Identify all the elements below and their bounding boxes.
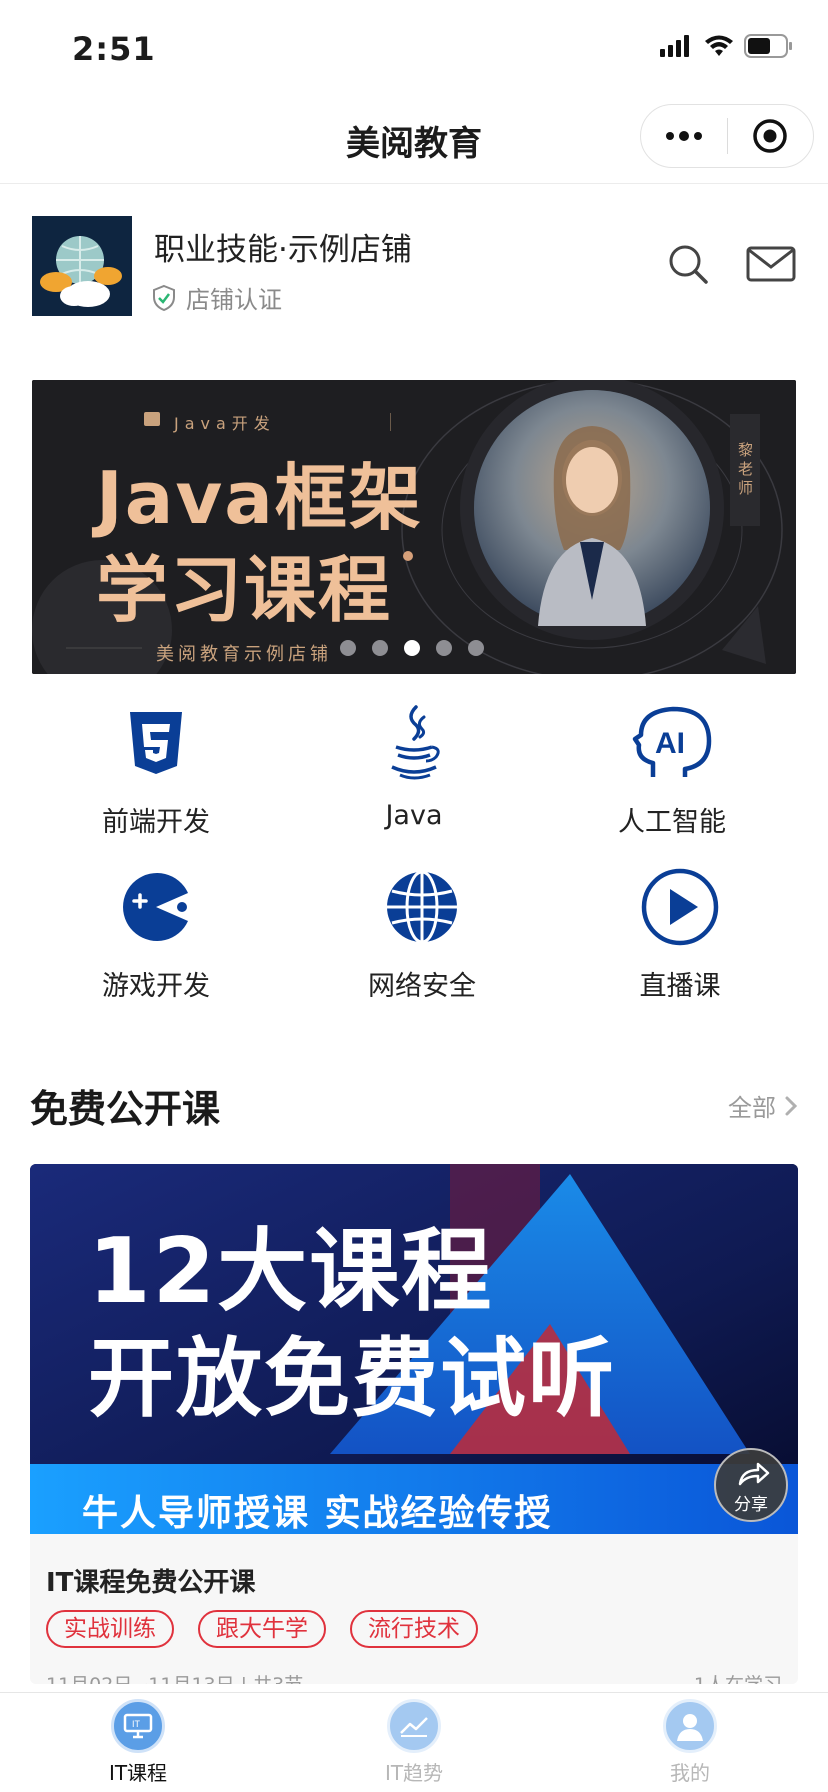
course-title: IT课程免费公开课 — [46, 1568, 256, 1598]
shop-header: 职业技能·示例店铺 店铺认证 — [0, 200, 828, 330]
target-icon — [753, 119, 787, 153]
status-bar: 2:51 — [0, 0, 828, 92]
category-label: 游戏开发 — [102, 971, 210, 1002]
more-dot-icon — [693, 132, 702, 140]
cover-subtitle: 牛人导师授课 实战经验传授 — [82, 1493, 553, 1534]
close-miniprogram-button[interactable] — [728, 104, 814, 168]
nav-bar: 美阅教育 — [0, 92, 828, 184]
chevron-right-icon — [785, 1096, 798, 1115]
tab-label: IT趋势 — [384, 1761, 444, 1785]
shop-certification: 店铺认证 — [152, 280, 282, 315]
banner-shop-name: 美阅教育示例店铺 — [156, 644, 332, 665]
status-time: 2:51 — [72, 30, 156, 68]
course-learners: 1人在学习 — [694, 1670, 782, 1684]
tab-mine[interactable]: 我的 — [552, 1693, 828, 1792]
more-dot-icon — [665, 132, 674, 140]
course-card[interactable]: 12大课程 开放免费试听 牛人导师授课 实战经验传授 分享 IT课程免费公开课 … — [30, 1164, 798, 1684]
banner-headline-line2: 学习课程 — [96, 548, 393, 632]
more-options-button[interactable] — [641, 104, 727, 168]
pagination-dot[interactable] — [436, 640, 452, 656]
banner-pagination-dots[interactable] — [340, 640, 484, 656]
view-all-label: 全部 — [728, 1094, 776, 1122]
banner-headline: Java框架 学习课程 — [96, 452, 423, 636]
free-courses-section-header: 免费公开课 全部 — [0, 1070, 828, 1140]
svg-text:AI: AI — [655, 727, 685, 760]
banner-teacher-tag: 黎老师 — [730, 414, 760, 526]
category-label: 网络安全 — [368, 971, 476, 1002]
signal-icon — [660, 35, 689, 57]
it-course-icon: IT — [111, 1699, 165, 1753]
ai-head-icon: AI — [552, 700, 792, 786]
category-ai[interactable]: AI 人工智能 — [552, 700, 792, 850]
course-tags: 实战训练 跟大牛学 流行技术 — [46, 1610, 478, 1648]
user-avatar-icon — [663, 1699, 717, 1753]
globe-cloud-logo-icon — [32, 216, 132, 316]
course-date-range: 11月02日~11月13日 | 共3节 — [46, 1674, 303, 1684]
miniprogram-capsule — [640, 104, 814, 168]
course-tag: 实战训练 — [46, 1610, 174, 1648]
category-frontend[interactable]: 前端开发 — [36, 700, 276, 850]
course-tag: 流行技术 — [350, 1610, 478, 1648]
banner-headline-line1: Java框架 — [96, 456, 423, 540]
category-label: 人工智能 — [618, 807, 726, 838]
tab-label: IT课程 — [108, 1761, 168, 1785]
pagination-dot-active[interactable] — [404, 640, 420, 656]
java-icon — [294, 700, 534, 786]
course-meta: 11月02日~11月13日 | 共3节 1人在学习 — [46, 1670, 782, 1684]
category-label: 直播课 — [639, 971, 721, 1002]
tab-label: 我的 — [670, 1761, 710, 1785]
battery-icon — [744, 34, 792, 58]
category-live[interactable]: 直播课 — [560, 864, 800, 1014]
trend-chart-icon — [387, 1699, 441, 1753]
share-label: 分享 — [734, 1495, 768, 1515]
share-arrow-icon — [738, 1462, 770, 1486]
search-icon[interactable] — [664, 240, 712, 288]
banner-tag-label: Java开发 — [174, 414, 276, 433]
category-label: 前端开发 — [102, 807, 210, 838]
pagination-dot[interactable] — [468, 640, 484, 656]
game-pacman-icon — [36, 864, 276, 950]
tab-it-trend[interactable]: IT趋势 — [276, 1693, 552, 1792]
html5-icon — [36, 700, 276, 786]
status-icons — [660, 34, 794, 58]
share-button[interactable]: 分享 — [714, 1448, 788, 1522]
tab-it-course[interactable]: IT IT课程 — [0, 1693, 276, 1792]
category-game[interactable]: 游戏开发 — [36, 864, 276, 1014]
play-circle-icon — [560, 864, 800, 950]
promo-banner[interactable]: Java开发 Java框架 学习课程 黎老师 美阅教育示例店铺 — [32, 380, 796, 674]
category-java[interactable]: Java — [294, 700, 534, 850]
category-label: Java — [385, 800, 443, 831]
shop-name: 职业技能·示例店铺 — [154, 232, 412, 268]
banner-tag: Java开发 — [144, 410, 391, 434]
shop-certification-label: 店铺认证 — [186, 286, 282, 314]
wifi-icon — [705, 35, 733, 56]
mail-icon[interactable] — [746, 244, 796, 284]
section-title: 免费公开课 — [30, 1087, 221, 1131]
course-tag: 跟大牛学 — [198, 1610, 326, 1648]
category-network-security[interactable]: 网络安全 — [302, 864, 542, 1014]
course-cover[interactable]: 12大课程 开放免费试听 牛人导师授课 实战经验传授 分享 — [30, 1164, 798, 1534]
view-all-link[interactable]: 全部 — [728, 1088, 798, 1123]
bottom-tab-bar: IT IT课程 IT趋势 我的 — [0, 1692, 828, 1792]
pagination-dot[interactable] — [372, 640, 388, 656]
cover-headline-line2: 开放免费试听 — [88, 1329, 616, 1429]
pagination-dot[interactable] — [340, 640, 356, 656]
shop-logo[interactable] — [32, 216, 132, 316]
more-dot-icon — [678, 131, 689, 141]
svg-text:IT: IT — [132, 1719, 141, 1729]
shield-check-icon — [153, 284, 175, 311]
globe-icon — [302, 864, 542, 950]
